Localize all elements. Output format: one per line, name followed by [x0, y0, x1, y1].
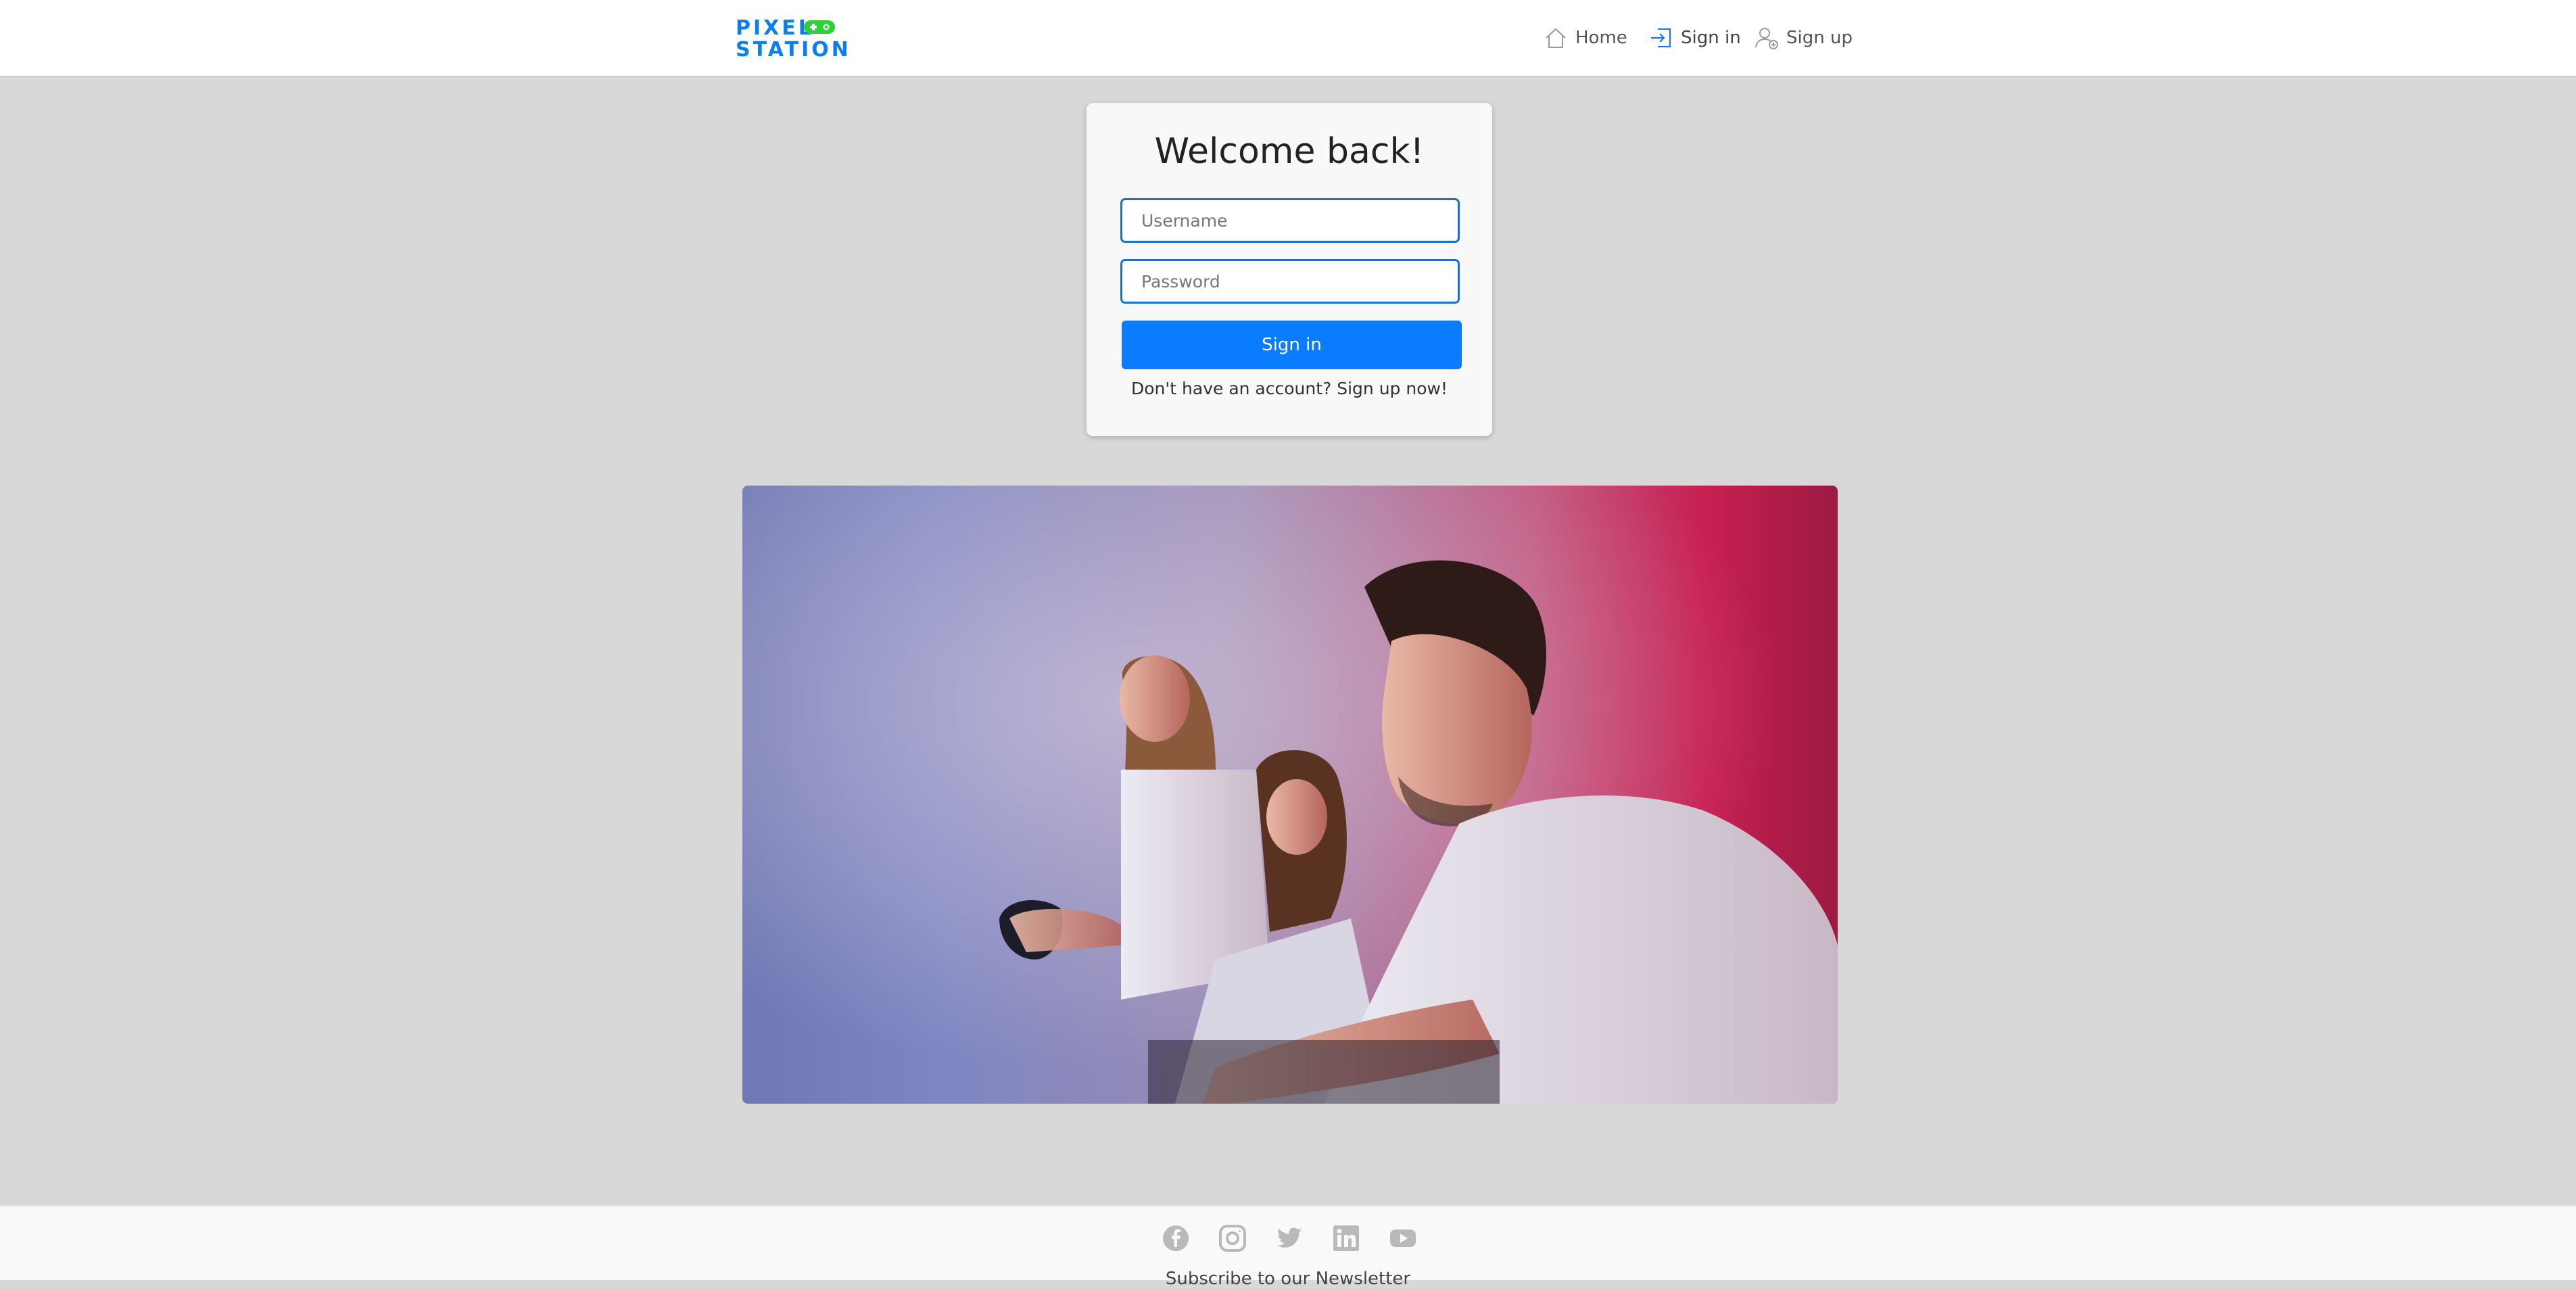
gamepad-icon [804, 20, 835, 34]
youtube-icon[interactable] [1389, 1224, 1417, 1252]
footer: Subscribe to our Newsletter [0, 1205, 2576, 1289]
twitter-icon[interactable] [1275, 1224, 1304, 1252]
password-input[interactable] [1120, 259, 1460, 304]
social-links [1162, 1224, 1417, 1252]
nav-signin-link[interactable]: Sign in [1648, 22, 1741, 54]
signup-link[interactable]: Don't have an account? Sign up now! [1087, 379, 1492, 398]
nav-signup-link[interactable]: Sign up [1754, 22, 1853, 54]
username-input[interactable] [1120, 198, 1460, 243]
home-icon [1546, 28, 1566, 48]
sign-in-button[interactable]: Sign in [1122, 321, 1462, 369]
gaming-family-photo [742, 486, 1838, 1104]
login-title: Welcome back! [1154, 131, 1425, 172]
login-card: Welcome back! Sign in Don't have an acco… [1087, 103, 1492, 436]
brand-line-2: STATION [736, 38, 851, 62]
nav-home-label: Home [1575, 28, 1627, 48]
sign-in-icon [1651, 28, 1671, 47]
add-user-icon [1755, 28, 1778, 49]
instagram-icon[interactable] [1218, 1224, 1247, 1252]
top-navbar: PIXEL STATION Home Sign in Sign up [0, 0, 2576, 77]
brand-line-1: PIXEL [736, 16, 814, 40]
facebook-icon[interactable] [1162, 1224, 1190, 1252]
linkedin-icon[interactable] [1332, 1224, 1360, 1252]
hero-image [742, 486, 1838, 1104]
nav-signin-label: Sign in [1681, 28, 1741, 48]
newsletter-text[interactable]: Subscribe to our Newsletter [0, 1269, 2576, 1289]
nav-signup-label: Sign up [1786, 28, 1853, 48]
brand-logo[interactable]: PIXEL STATION [736, 16, 849, 61]
nav-home-link[interactable]: Home [1543, 22, 1627, 54]
